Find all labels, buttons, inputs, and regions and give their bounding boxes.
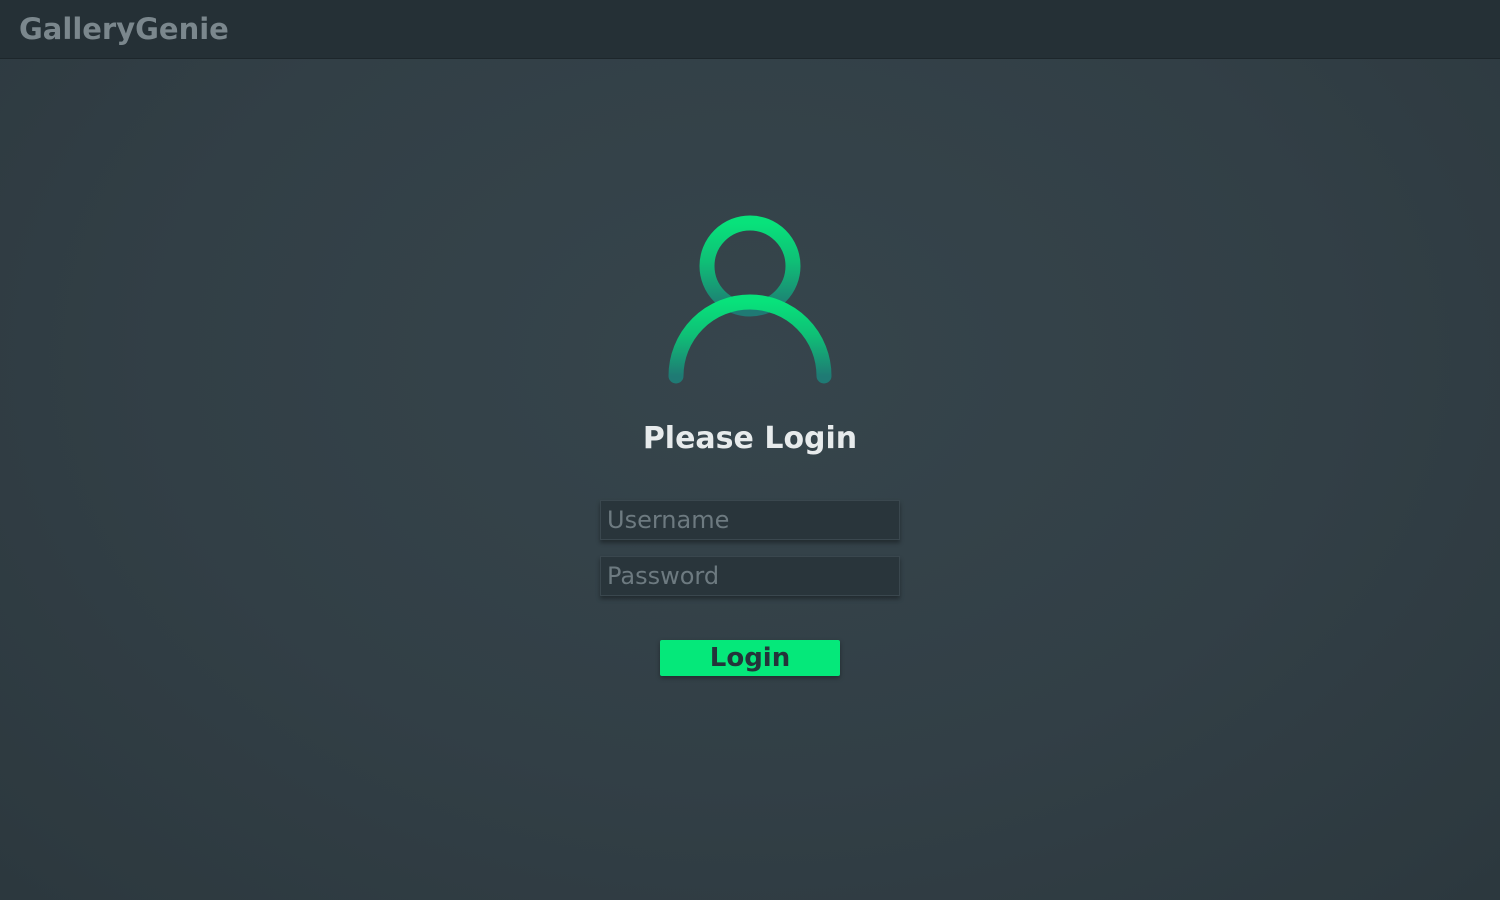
user-icon [660, 210, 840, 390]
app-brand: GalleryGenie [19, 12, 229, 46]
top-bar: GalleryGenie [0, 0, 1500, 59]
username-input[interactable] [600, 500, 900, 540]
login-heading: Please Login [642, 421, 858, 456]
password-input[interactable] [600, 556, 900, 596]
login-button[interactable]: Login [660, 640, 840, 676]
